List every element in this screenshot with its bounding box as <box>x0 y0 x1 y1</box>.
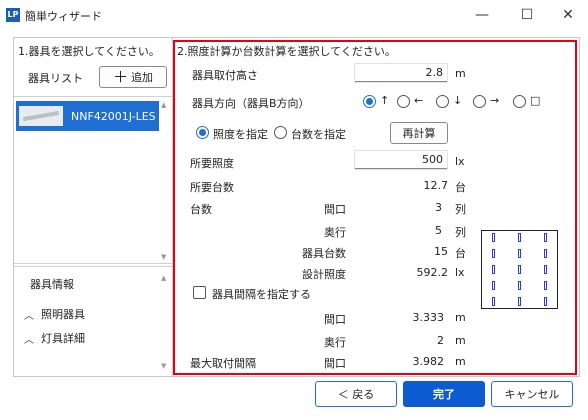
spacing-checkbox[interactable] <box>193 286 206 299</box>
design-illuminance-value: 592.2 <box>416 266 449 279</box>
lamp-marker <box>492 249 496 259</box>
arrow-down-icon: ↓ <box>453 94 463 107</box>
required-count-unit: 台 <box>455 181 466 194</box>
mode-count-radio[interactable] <box>274 126 287 139</box>
fixture-thumbnail <box>19 106 63 126</box>
back-button[interactable]: ＜ 戻る <box>315 381 397 407</box>
direction-right-radio[interactable] <box>473 95 486 108</box>
direction-down-radio[interactable] <box>436 95 449 108</box>
mode-illuminance-radio[interactable] <box>196 126 209 139</box>
step2-title: 2.照度計算か台数計算を選択してください。 <box>177 45 396 58</box>
spacing-checkbox-label: 器具間隔を指定する <box>212 288 311 301</box>
plus-icon: ＋ <box>112 67 128 86</box>
fixture-count-value: 15 <box>434 245 448 258</box>
step1-title: 1.器具を選択してください。 <box>18 45 160 58</box>
mount-height-unit: m <box>455 67 466 80</box>
count-label: 台数 <box>190 203 212 216</box>
fixture-list: NNF42001J-LES ▲ ▼ <box>14 96 172 264</box>
lamp-marker <box>543 233 547 243</box>
title-bar: LP 簡単ウィザード — ☐ ✕ <box>0 0 588 30</box>
spacing-frontage-unit: m <box>455 311 466 324</box>
layout-preview <box>481 230 558 309</box>
minimize-icon[interactable]: — <box>467 4 497 26</box>
tree-item-label: 照明器具 <box>41 308 85 321</box>
required-count-label: 所要台数 <box>190 181 234 194</box>
required-count-value: 12.7 <box>423 179 449 192</box>
app-logo-icon: LP <box>6 8 20 22</box>
mode-illuminance-label: 照度を指定 <box>213 128 268 141</box>
add-fixture-button[interactable]: ＋ 追加 <box>99 66 167 88</box>
lamp-marker <box>518 233 521 243</box>
arrow-up-icon: ↑ <box>380 94 390 107</box>
lamp-marker <box>518 280 521 290</box>
spacing-depth-label: 奥行 <box>324 336 346 349</box>
direction-up-radio[interactable] <box>363 95 376 108</box>
mount-height-input[interactable]: 2.8 <box>355 64 447 82</box>
required-illuminance-unit: lx <box>455 155 465 168</box>
add-button-label: 追加 <box>131 71 153 84</box>
mode-count-label: 台数を指定 <box>291 128 346 141</box>
max-spacing-sub-label: 間口 <box>324 357 346 370</box>
mount-height-label: 器具取付高さ <box>192 69 258 82</box>
required-illuminance-label: 所要照度 <box>190 157 234 170</box>
cancel-button[interactable]: キャンセル <box>491 381 573 407</box>
fixture-count-label: 器具台数 <box>302 247 346 260</box>
lamp-marker <box>543 280 547 290</box>
lamp-marker <box>518 296 521 306</box>
lamp-marker <box>518 265 521 274</box>
chevron-up-icon: ︿ <box>24 310 34 322</box>
spacing-frontage-label: 間口 <box>324 313 346 326</box>
lamp-marker <box>543 249 547 259</box>
max-spacing-label: 最大取付間隔 <box>190 357 256 370</box>
close-icon[interactable]: ✕ <box>553 4 583 26</box>
arrow-right-icon: → <box>490 94 500 107</box>
frontage-unit: 列 <box>455 203 466 216</box>
maximize-icon[interactable]: ☐ <box>512 4 542 26</box>
max-spacing-unit: m <box>455 355 466 368</box>
fixture-info-title: 器具情報 <box>30 278 74 291</box>
finish-button[interactable]: 完了 <box>403 381 485 407</box>
depth-unit: 列 <box>455 226 466 239</box>
square-icon: □ <box>530 94 541 107</box>
lamp-marker <box>543 296 547 306</box>
lamp-marker <box>518 249 521 259</box>
divider <box>14 266 172 267</box>
direction-label: 器具方向（器具B方向） <box>192 97 310 110</box>
scroll-up-icon[interactable]: ▲ <box>161 274 166 282</box>
lamp-marker <box>492 296 496 306</box>
lamp-marker <box>492 265 496 274</box>
fixture-name: NNF42001J-LES <box>71 109 156 123</box>
design-illuminance-unit: lx <box>455 266 465 279</box>
scroll-up-icon[interactable]: ▲ <box>161 101 166 109</box>
scroll-down-icon[interactable]: ▼ <box>161 253 166 261</box>
spacing-depth-value: 2 <box>437 334 444 347</box>
depth-value: 5 <box>435 224 442 237</box>
lamp-marker <box>543 265 547 274</box>
spacing-depth-unit: m <box>455 334 466 347</box>
recalculate-button[interactable]: 再計算 <box>390 122 448 144</box>
fixture-count-unit: 台 <box>455 247 466 260</box>
lamp-marker <box>492 280 496 290</box>
required-illuminance-input[interactable]: 500 <box>355 151 447 169</box>
direction-left-radio[interactable] <box>397 95 410 108</box>
chevron-up-icon: ︿ <box>24 334 34 346</box>
arrow-left-icon: ← <box>414 94 424 107</box>
scroll-down-icon[interactable]: ▼ <box>161 362 166 370</box>
depth-label: 奥行 <box>324 226 346 239</box>
tree-item-lamp-detail[interactable]: ︿ 灯具詳細 <box>24 330 85 346</box>
list-item[interactable]: NNF42001J-LES <box>16 101 159 131</box>
frontage-value: 3 <box>435 201 442 214</box>
fixture-select-panel: 1.器具を選択してください。 器具リスト ＋ 追加 NNF42001J-LES … <box>14 38 172 376</box>
spacing-frontage-value: 3.333 <box>412 311 445 324</box>
tree-item-lighting-fixture[interactable]: ︿ 照明器具 <box>24 306 85 322</box>
tree-item-label: 灯具詳細 <box>41 332 85 345</box>
design-illuminance-label: 設計照度 <box>302 268 346 281</box>
direction-square-radio[interactable] <box>513 95 526 108</box>
window-title: 簡単ウィザード <box>25 10 102 23</box>
max-spacing-value: 3.982 <box>412 355 445 368</box>
frontage-label: 間口 <box>324 203 346 216</box>
fixture-list-label: 器具リスト <box>28 72 83 85</box>
calculation-highlight-frame <box>173 40 577 375</box>
lamp-marker <box>492 233 496 243</box>
